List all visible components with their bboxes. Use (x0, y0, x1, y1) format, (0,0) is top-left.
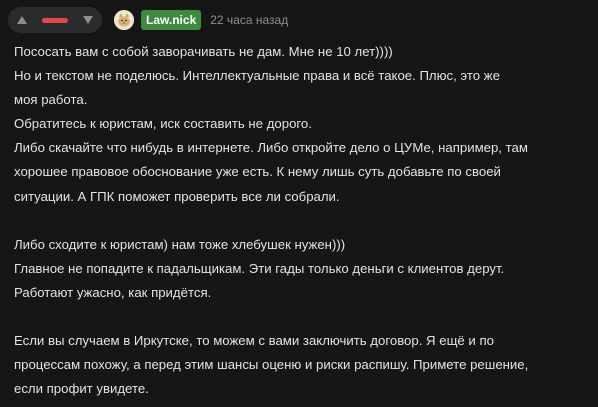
comment-line: Либо сходите к юристам) нам тоже хлебуше… (14, 236, 346, 252)
comment-line: Если вы случаем в Иркутске, то можем с в… (14, 333, 494, 349)
comment-line: Работают ужасно, как придётся. (14, 284, 212, 300)
comment-line: Обратитесь к юристам, иск составить не д… (14, 116, 312, 132)
author-username[interactable]: Law.nick (141, 10, 202, 30)
chevron-down-icon[interactable] (83, 16, 93, 24)
chevron-up-icon[interactable] (17, 16, 27, 24)
comment-line: Пососать вам с собой заворачивать не дам… (14, 44, 393, 59)
cat-avatar-icon[interactable] (114, 10, 134, 30)
comment-line: если профит увидете. (14, 381, 149, 397)
comment-body: Пососать вам с собой заворачивать не дам… (14, 40, 590, 401)
comment-header: Law.nick 22 часа назад (8, 6, 288, 34)
comment-line: Либо скачайте что нибудь в интернете. Ли… (14, 140, 528, 156)
rating-control (8, 7, 102, 33)
comment-line: моя работа. (14, 92, 88, 108)
comment-line: процессам похожу, а перед этим шансы оце… (14, 357, 529, 373)
rating-bar (42, 17, 68, 23)
comment-line: Но и текстом не поделюсь. Интеллектуальн… (14, 68, 500, 84)
comment-line: хорошее правовое обоснование уже есть. К… (14, 164, 501, 180)
comment-timestamp[interactable]: 22 часа назад (210, 13, 288, 27)
comment: Law.nick 22 часа назад Пососать вам с со… (0, 0, 598, 407)
comment-line: ситуации. А ГПК поможет проверить все ли… (14, 188, 340, 204)
comment-line: Главное не попадите к падальщикам. Эти г… (14, 260, 505, 276)
